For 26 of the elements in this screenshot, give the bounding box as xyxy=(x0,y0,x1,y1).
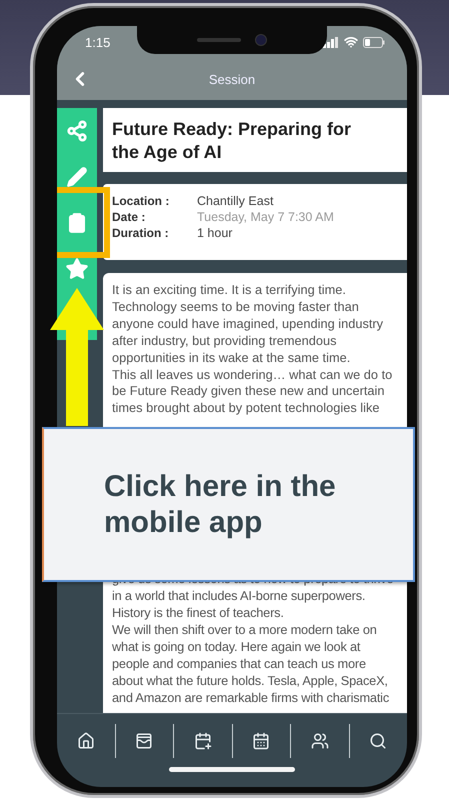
clipboard-icon xyxy=(66,212,88,234)
share-icon xyxy=(66,120,88,142)
detail-value: Tuesday, May 7 7:30 AM xyxy=(197,210,335,224)
screen-title: Session xyxy=(208,72,256,86)
calendar-plus-icon xyxy=(194,732,212,750)
detail-label: Location : xyxy=(112,194,170,208)
cards-icon xyxy=(135,732,154,750)
home-icon xyxy=(76,732,95,750)
detail-value: Chantilly East xyxy=(197,194,274,208)
description-text: This all leaves us wondering… what can we do to be Future Ready given these new and uncertain times brought about by potent technologies like xyxy=(112,366,394,418)
star-icon xyxy=(65,257,89,281)
calendar-icon xyxy=(252,732,270,750)
wifi-icon xyxy=(344,35,358,49)
description-text: We will then shift over to a more modern take on what is going on today. Here again we look at people and companies that can teach us more about what the future holds. Tesla, Apple, SpaceX, and Amazon are remarkable firms with charismatic xyxy=(112,622,390,706)
people-icon xyxy=(310,732,329,750)
description-text: It is an exciting time. It is a terrifying time. Technology seems to be moving faster than anyone could have imagined, upending industry after industry, but providing tremendous opportunities in its wake at the same time. xyxy=(112,282,384,367)
detail-label: Date : xyxy=(112,210,146,224)
pencil-icon xyxy=(66,166,88,188)
session-title: Future Ready: Preparing for the Age of AI xyxy=(112,118,352,164)
detail-value: 1 hour xyxy=(197,226,234,240)
status-time: 1:15 xyxy=(85,34,110,50)
callout-text: Click here in the mobile app xyxy=(104,468,337,540)
battery-icon xyxy=(363,36,385,48)
signal-icon xyxy=(323,36,339,48)
detail-label: Duration : xyxy=(112,226,170,240)
search-icon xyxy=(369,732,388,750)
